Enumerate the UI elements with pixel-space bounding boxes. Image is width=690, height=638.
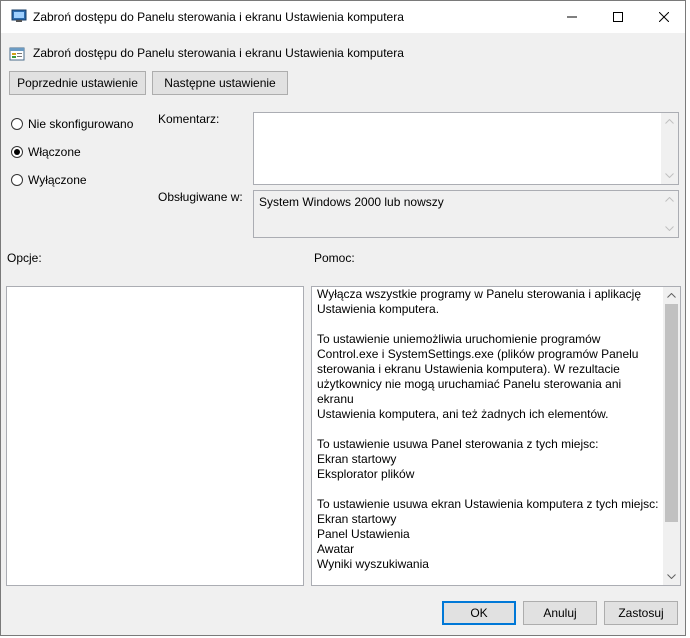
help-line: To ustawienie usuwa Panel sterowania z t… [317,437,599,451]
help-line: Ekran startowy [317,512,397,526]
group-policy-icon [11,9,27,22]
scroll-up-icon[interactable] [663,287,680,304]
apply-button[interactable]: Zastosuj [604,601,678,625]
help-paragraph: To ustawienie usuwa Panel sterowania z t… [317,437,659,482]
radio-indicator [11,174,23,186]
radio-label: Nie skonfigurowano [28,117,134,131]
help-paragraph: Wyłącza wszystkie programy w Panelu ster… [317,287,659,317]
help-label: Pomoc: [314,251,355,265]
help-line: Eksplorator plików [317,467,415,481]
radio-label: Wyłączone [28,173,87,187]
scroll-up-icon[interactable] [661,191,678,208]
policy-dialog: Zabroń dostępu do Panelu sterowania i ek… [0,0,686,636]
scroll-thumb[interactable] [665,304,678,522]
help-line: sterowania i ekranu Ustawienia komputera… [317,362,620,376]
close-button[interactable] [641,1,687,33]
setting-title: Zabroń dostępu do Panelu sterowania i ek… [33,46,404,60]
policy-setting-icon [9,47,25,61]
minimize-button[interactable] [549,1,595,33]
window-title: Zabroń dostępu do Panelu sterowania i ek… [33,10,404,24]
supported-label: Obsługiwane w: [158,190,243,204]
radio-enabled[interactable]: Włączone [11,145,81,159]
radio-indicator [11,146,23,158]
radio-not-configured[interactable]: Nie skonfigurowano [11,117,133,131]
minimize-icon [567,16,577,18]
options-panel [6,286,304,586]
help-line: Awatar [317,542,355,556]
help-line: Ustawienia komputera, ani też żadnych ic… [317,407,609,421]
title-bar: Zabroń dostępu do Panelu sterowania i ek… [1,1,685,33]
ok-button[interactable]: OK [442,601,516,625]
scroll-down-icon[interactable] [663,568,680,585]
radio-disabled[interactable]: Wyłączone [11,173,87,187]
maximize-icon [613,12,623,22]
supported-field: System Windows 2000 lub nowszy [253,190,679,238]
previous-setting-button[interactable]: Poprzednie ustawienie [9,71,146,95]
close-icon [659,12,669,22]
help-scrollbar[interactable] [663,287,680,585]
help-line: Ustawienia komputera. [317,302,440,316]
radio-label: Włączone [28,145,81,159]
comment-label: Komentarz: [158,112,220,126]
help-line: To ustawienie uniemożliwia uruchomienie … [317,332,601,346]
comment-field[interactable] [253,112,679,185]
maximize-button[interactable] [595,1,641,33]
help-line: To ustawienie usuwa ekran Ustawienia kom… [317,497,659,511]
next-setting-button[interactable]: Następne ustawienie [152,71,288,95]
help-line: użytkownicy nie mogą uruchamiać Panelu s… [317,377,622,406]
cancel-button[interactable]: Anuluj [523,601,597,625]
help-line: Control.exe i SystemSettings.exe (plików… [317,347,639,361]
help-line: Wyniki wyszukiwania [317,557,429,571]
scroll-down-icon[interactable] [661,167,678,184]
options-label: Opcje: [7,251,42,265]
help-line: Wyłącza wszystkie programy w Panelu ster… [317,287,642,301]
help-line: Panel Ustawienia [317,527,410,541]
radio-indicator [11,118,23,130]
scroll-down-icon[interactable] [661,220,678,237]
help-text: Wyłącza wszystkie programy w Panelu ster… [317,287,659,585]
help-line: Ekran startowy [317,452,397,466]
help-paragraph: To ustawienie usuwa ekran Ustawienia kom… [317,497,659,572]
supported-scrollbar[interactable] [661,191,678,237]
help-paragraph: To ustawienie uniemożliwia uruchomienie … [317,332,659,422]
supported-value: System Windows 2000 lub nowszy [259,195,444,209]
comment-scrollbar[interactable] [661,113,678,184]
help-panel[interactable]: Wyłącza wszystkie programy w Panelu ster… [311,286,681,586]
scroll-up-icon[interactable] [661,113,678,130]
